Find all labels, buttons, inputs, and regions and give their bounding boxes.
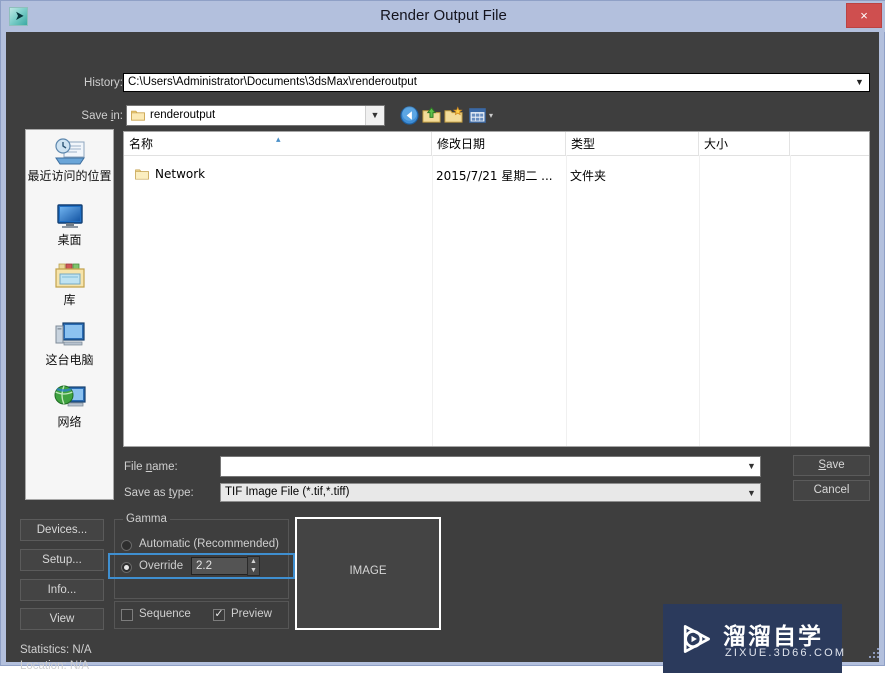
save-in-value: renderoutput xyxy=(150,109,216,121)
sequence-label: Sequence xyxy=(139,608,191,620)
cell-name: Network xyxy=(155,167,206,181)
column-header-type[interactable]: 类型 xyxy=(566,132,699,155)
history-value: C:\Users\Administrator\Documents\3dsMax\… xyxy=(128,76,417,88)
play-button-logo xyxy=(683,625,710,653)
title-bar: ➤ Render Output File × xyxy=(1,1,885,32)
checkbox-icon xyxy=(121,609,133,621)
recent-places-icon xyxy=(52,136,88,168)
radio-icon xyxy=(121,540,132,551)
statistics-value: N/A xyxy=(72,644,92,656)
up-one-level-icon[interactable] xyxy=(422,106,441,125)
cell-type: 文件夹 xyxy=(570,169,607,183)
new-folder-icon[interactable] xyxy=(444,106,463,125)
setup-button[interactable]: Setup... xyxy=(20,549,104,571)
save-as-type-label: Save as type: xyxy=(124,487,194,499)
cancel-button[interactable]: Cancel xyxy=(793,480,870,501)
folder-icon xyxy=(135,169,149,180)
close-button[interactable]: × xyxy=(846,3,882,28)
watermark-chinese-text: 溜溜自学 xyxy=(723,624,823,650)
chevron-down-icon[interactable]: ▼ xyxy=(365,106,384,125)
watermark-english-text: ZIXUE.3D66.COM xyxy=(725,647,847,659)
file-name-label: File name: xyxy=(124,461,178,473)
sidebar-item-recent-places[interactable]: 最近访问的位置 xyxy=(26,136,113,183)
statistics-label: Statistics: xyxy=(20,644,70,656)
sidebar-item-label: 最近访问的位置 xyxy=(27,169,112,183)
folder-icon xyxy=(131,110,145,121)
file-list-header: 名称 ▴ 修改日期 类型 大小 xyxy=(124,132,869,156)
history-label: History: xyxy=(84,77,123,89)
file-list-rows: Network 2015/7/21 星期二 ... 文件夹 xyxy=(124,155,869,446)
sidebar-item-this-pc[interactable]: 这台电脑 xyxy=(26,320,113,367)
sidebar-item-network[interactable]: 网络 xyxy=(26,382,113,429)
column-separator xyxy=(432,155,433,446)
view-button[interactable]: View xyxy=(20,608,104,630)
views-dropdown-arrow[interactable]: ▾ xyxy=(489,112,497,120)
sort-ascending-icon: ▴ xyxy=(276,134,281,144)
gamma-automatic-label: Automatic (Recommended) xyxy=(139,538,279,550)
statistics-line: Statistics: N/A xyxy=(20,644,92,656)
render-output-file-dialog: ➤ Render Output File × History: C:\Users… xyxy=(0,0,885,673)
location-label: Location: xyxy=(20,660,67,672)
chevron-down-icon[interactable]: ▼ xyxy=(743,457,760,476)
file-list: 名称 ▴ 修改日期 类型 大小 Network 2015/7/21 星期二 ..… xyxy=(123,131,870,447)
network-icon xyxy=(52,382,88,414)
image-preview-box[interactable]: IMAGE xyxy=(295,517,441,630)
places-sidebar: 最近访问的位置 桌面 库 这台电脑 网络 xyxy=(25,129,114,500)
file-name-input[interactable]: ▼ xyxy=(220,456,761,477)
column-header-date-modified[interactable]: 修改日期 xyxy=(432,132,566,155)
save-button[interactable]: Save xyxy=(793,455,870,476)
resize-grip[interactable] xyxy=(867,648,880,661)
override-highlight-box xyxy=(108,553,295,579)
save-in-combo[interactable]: renderoutput ▼ xyxy=(126,105,385,126)
desktop-icon xyxy=(52,200,88,232)
cell-date-modified: 2015/7/21 星期二 ... xyxy=(436,169,553,183)
dialog-body: History: C:\Users\Administrator\Document… xyxy=(6,32,879,673)
sidebar-item-label: 桌面 xyxy=(57,233,82,247)
column-separator xyxy=(566,155,567,446)
save-as-type-value: TIF Image File (*.tif,*.tiff) xyxy=(225,486,350,498)
checkbox-icon-checked xyxy=(213,607,225,621)
chevron-down-icon[interactable]: ▼ xyxy=(743,484,760,503)
image-preview-label: IMAGE xyxy=(349,565,387,577)
chevron-down-icon[interactable]: ▼ xyxy=(852,74,867,91)
views-icon[interactable] xyxy=(468,106,487,125)
sequence-preview-group: Sequence Preview xyxy=(114,601,289,629)
column-separator xyxy=(699,155,700,446)
watermark: 溜溜自学 ZIXUE.3D66.COM xyxy=(663,604,844,673)
preview-label: Preview xyxy=(231,608,272,620)
column-header-size[interactable]: 大小 xyxy=(699,132,790,155)
sidebar-item-label: 这台电脑 xyxy=(45,353,94,367)
column-separator xyxy=(790,155,791,446)
sidebar-item-label: 库 xyxy=(63,293,76,307)
sidebar-item-label: 网络 xyxy=(57,415,82,429)
history-combo[interactable]: C:\Users\Administrator\Documents\3dsMax\… xyxy=(123,73,870,92)
libraries-icon xyxy=(52,260,88,292)
gamma-legend: Gamma xyxy=(123,513,170,525)
sidebar-item-desktop[interactable]: 桌面 xyxy=(26,200,113,247)
sidebar-item-libraries[interactable]: 库 xyxy=(26,260,113,307)
info-button[interactable]: Info... xyxy=(20,579,104,601)
page-title: Render Output File xyxy=(380,7,507,24)
column-header-extra[interactable] xyxy=(790,132,869,155)
back-icon[interactable] xyxy=(400,106,419,125)
table-row[interactable]: Network 2015/7/21 星期二 ... 文件夹 xyxy=(124,165,869,187)
save-in-label: Save in: xyxy=(81,110,123,122)
devices-button[interactable]: Devices... xyxy=(20,519,104,541)
this-pc-icon xyxy=(52,320,88,352)
save-as-type-select[interactable]: TIF Image File (*.tif,*.tiff) ▼ xyxy=(220,483,761,502)
location-line: Location: N/A xyxy=(20,660,89,672)
location-value: N/A xyxy=(69,660,90,672)
